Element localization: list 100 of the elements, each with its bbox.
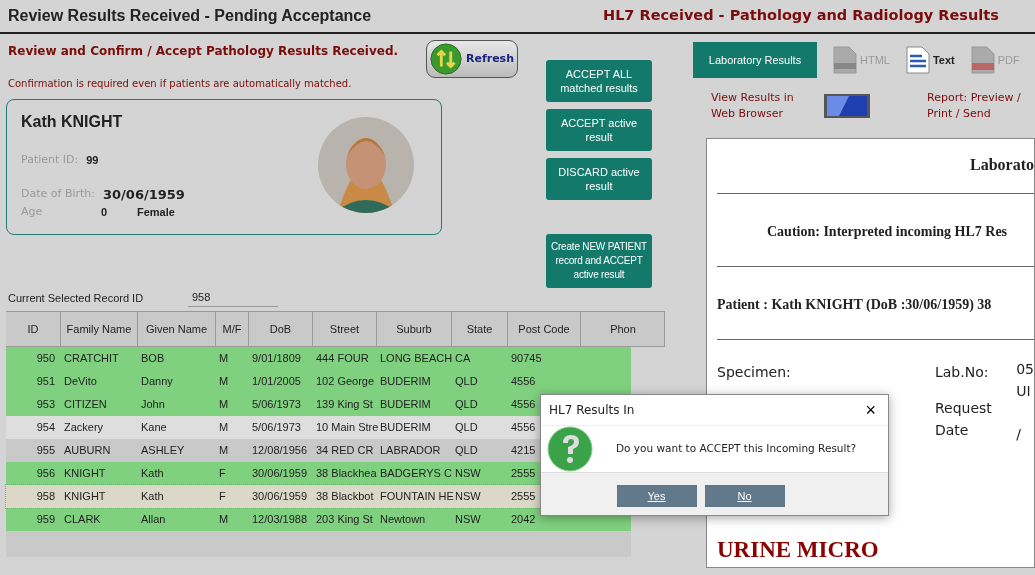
record-id-label: Current Selected Record ID (8, 290, 145, 306)
table-cell: BUDERIM (380, 397, 431, 410)
patient-id: 99 (86, 153, 99, 168)
table-cell: 2555 (511, 489, 536, 502)
close-button[interactable]: × (861, 401, 880, 419)
table-cell: QLD (455, 374, 478, 387)
table-cell: 958 (36, 489, 55, 502)
table-cell: 4556 (511, 397, 536, 410)
subtitle: Review and Confirm / Accept Pathology Results Received. (8, 43, 399, 60)
table-row[interactable]: 951 DeVito Danny M 1/01/2005 102 George BUDERIM QLD 4556 (6, 369, 631, 393)
column-header[interactable]: State (451, 311, 507, 346)
table-cell: LONG BEACH (380, 351, 453, 364)
table-cell: 959 (36, 512, 55, 525)
dialog-button[interactable]: Yes (616, 485, 697, 507)
table-cell: 203 King St (316, 512, 373, 525)
tab[interactable]: Text (905, 46, 955, 74)
table-cell: F (219, 489, 226, 502)
column-header[interactable]: Post Code (507, 311, 580, 346)
table-cell: Zackery (64, 420, 104, 433)
lab-no-value: UI (1016, 382, 1032, 401)
table-cell: Danny (141, 374, 173, 387)
table-cell: FOUNTAIN HE (380, 489, 454, 502)
lab-no-value: 05 (1016, 360, 1034, 379)
table-cell: CLARK (64, 512, 101, 525)
page-title: Review Results Received - Pending Acceptance (7, 6, 373, 26)
table-cell: 956 (36, 466, 55, 479)
table-cell: M (219, 420, 229, 433)
report-title: Laborato (970, 155, 1034, 175)
table-cell: KNIGHT (64, 489, 106, 502)
table-cell: 444 FOUR (316, 351, 369, 364)
column-header[interactable]: Street (312, 311, 376, 346)
table-cell: 2555 (511, 466, 536, 479)
table-cell: QLD (455, 443, 478, 456)
table-cell: CITIZEN (64, 397, 107, 410)
action-button[interactable]: ACCEPT ALL matched results (546, 60, 652, 102)
action-button[interactable]: DISCARD active result (546, 158, 652, 200)
refresh-button[interactable]: Refresh (426, 40, 518, 78)
table-cell: 954 (36, 420, 55, 433)
table-cell: BOB (141, 351, 165, 364)
tab[interactable]: Laboratory Results (693, 42, 817, 78)
table-cell: 30/06/1959 (252, 489, 308, 502)
age-value: 0 (101, 205, 109, 220)
column-header[interactable]: Family Name (60, 311, 137, 346)
column-header[interactable]: Given Name (137, 311, 215, 346)
table-cell: F (219, 466, 226, 479)
request-date-label: Request Date (934, 399, 993, 440)
table-cell: 2042 (511, 512, 536, 525)
refresh-icon (430, 42, 462, 76)
table-cell: 38 Blackhea (316, 466, 377, 479)
table-cell: 4556 (511, 374, 536, 387)
browser-link[interactable]: View Results in Web Browser (711, 90, 809, 122)
dialog-button[interactable]: No (704, 485, 785, 507)
column-header[interactable]: ID (6, 311, 60, 346)
table-cell: 139 King St (316, 397, 373, 410)
dob-label: Date of Birth: (21, 186, 95, 202)
table-cell: Kath (141, 466, 164, 479)
table-cell: 10 Main Stre (316, 420, 379, 433)
column-header[interactable]: M/F (215, 311, 248, 346)
table-cell: QLD (455, 397, 478, 410)
caution-text: Caution: Interpreted incoming HL7 Res (767, 224, 1008, 239)
age-label: Age (21, 204, 44, 220)
column-header[interactable]: DoB (248, 311, 312, 346)
patient-name: Kath KNIGHT (21, 112, 124, 132)
table-row[interactable]: 950 CRATCHIT BOB M 9/01/1809 444 FOUR LONG BEACH CA 90745 (6, 346, 631, 370)
action-button[interactable]: Create NEW PATIENT record and ACCEPT active result (546, 234, 652, 288)
column-header[interactable]: Phon (580, 311, 665, 346)
table-cell: 102 George (316, 374, 375, 387)
table-cell: 1/01/2005 (252, 374, 301, 387)
table-cell: ASHLEY (141, 443, 185, 456)
request-date-value: / (1016, 425, 1022, 444)
table-cell: 955 (36, 443, 55, 456)
monitor-icon[interactable] (823, 92, 871, 120)
pdf-file-icon (970, 46, 995, 74)
action-button[interactable]: ACCEPT active result (546, 109, 652, 151)
table-cell: DeVito (64, 374, 97, 387)
table-cell: Allan (141, 512, 166, 525)
table-cell: 90745 (511, 351, 542, 364)
table-cell: 34 RED CR (316, 443, 374, 456)
table-cell: CRATCHIT (64, 351, 119, 364)
table-cell: Kath (141, 489, 164, 502)
table-cell: KNIGHT (64, 466, 106, 479)
table-cell: M (219, 351, 229, 364)
table-cell: 5/06/1973 (252, 420, 301, 433)
table-cell: NSW (455, 466, 481, 479)
table-cell: NSW (455, 512, 481, 525)
table-cell: M (219, 443, 229, 456)
table-cell: 950 (36, 351, 55, 364)
table-cell: M (219, 397, 229, 410)
table-cell: 9/01/1809 (252, 351, 301, 364)
table-cell: NSW (455, 489, 481, 502)
table-cell: 30/06/1959 (252, 466, 308, 479)
note-text: Confirmation is required even if patients are automatically matched. (8, 77, 353, 91)
specimen-label: Specimen: (717, 364, 791, 380)
table-cell: LABRADOR (380, 443, 441, 456)
patient-id-label: Patient ID: (21, 152, 79, 168)
column-header[interactable]: Suburb (376, 311, 451, 346)
table-cell: 951 (36, 374, 55, 387)
report-link[interactable]: Report: Preview / Print / Send (927, 90, 1032, 122)
table-cell: 4556 (511, 420, 536, 433)
table-cell: 5/06/1973 (252, 397, 301, 410)
